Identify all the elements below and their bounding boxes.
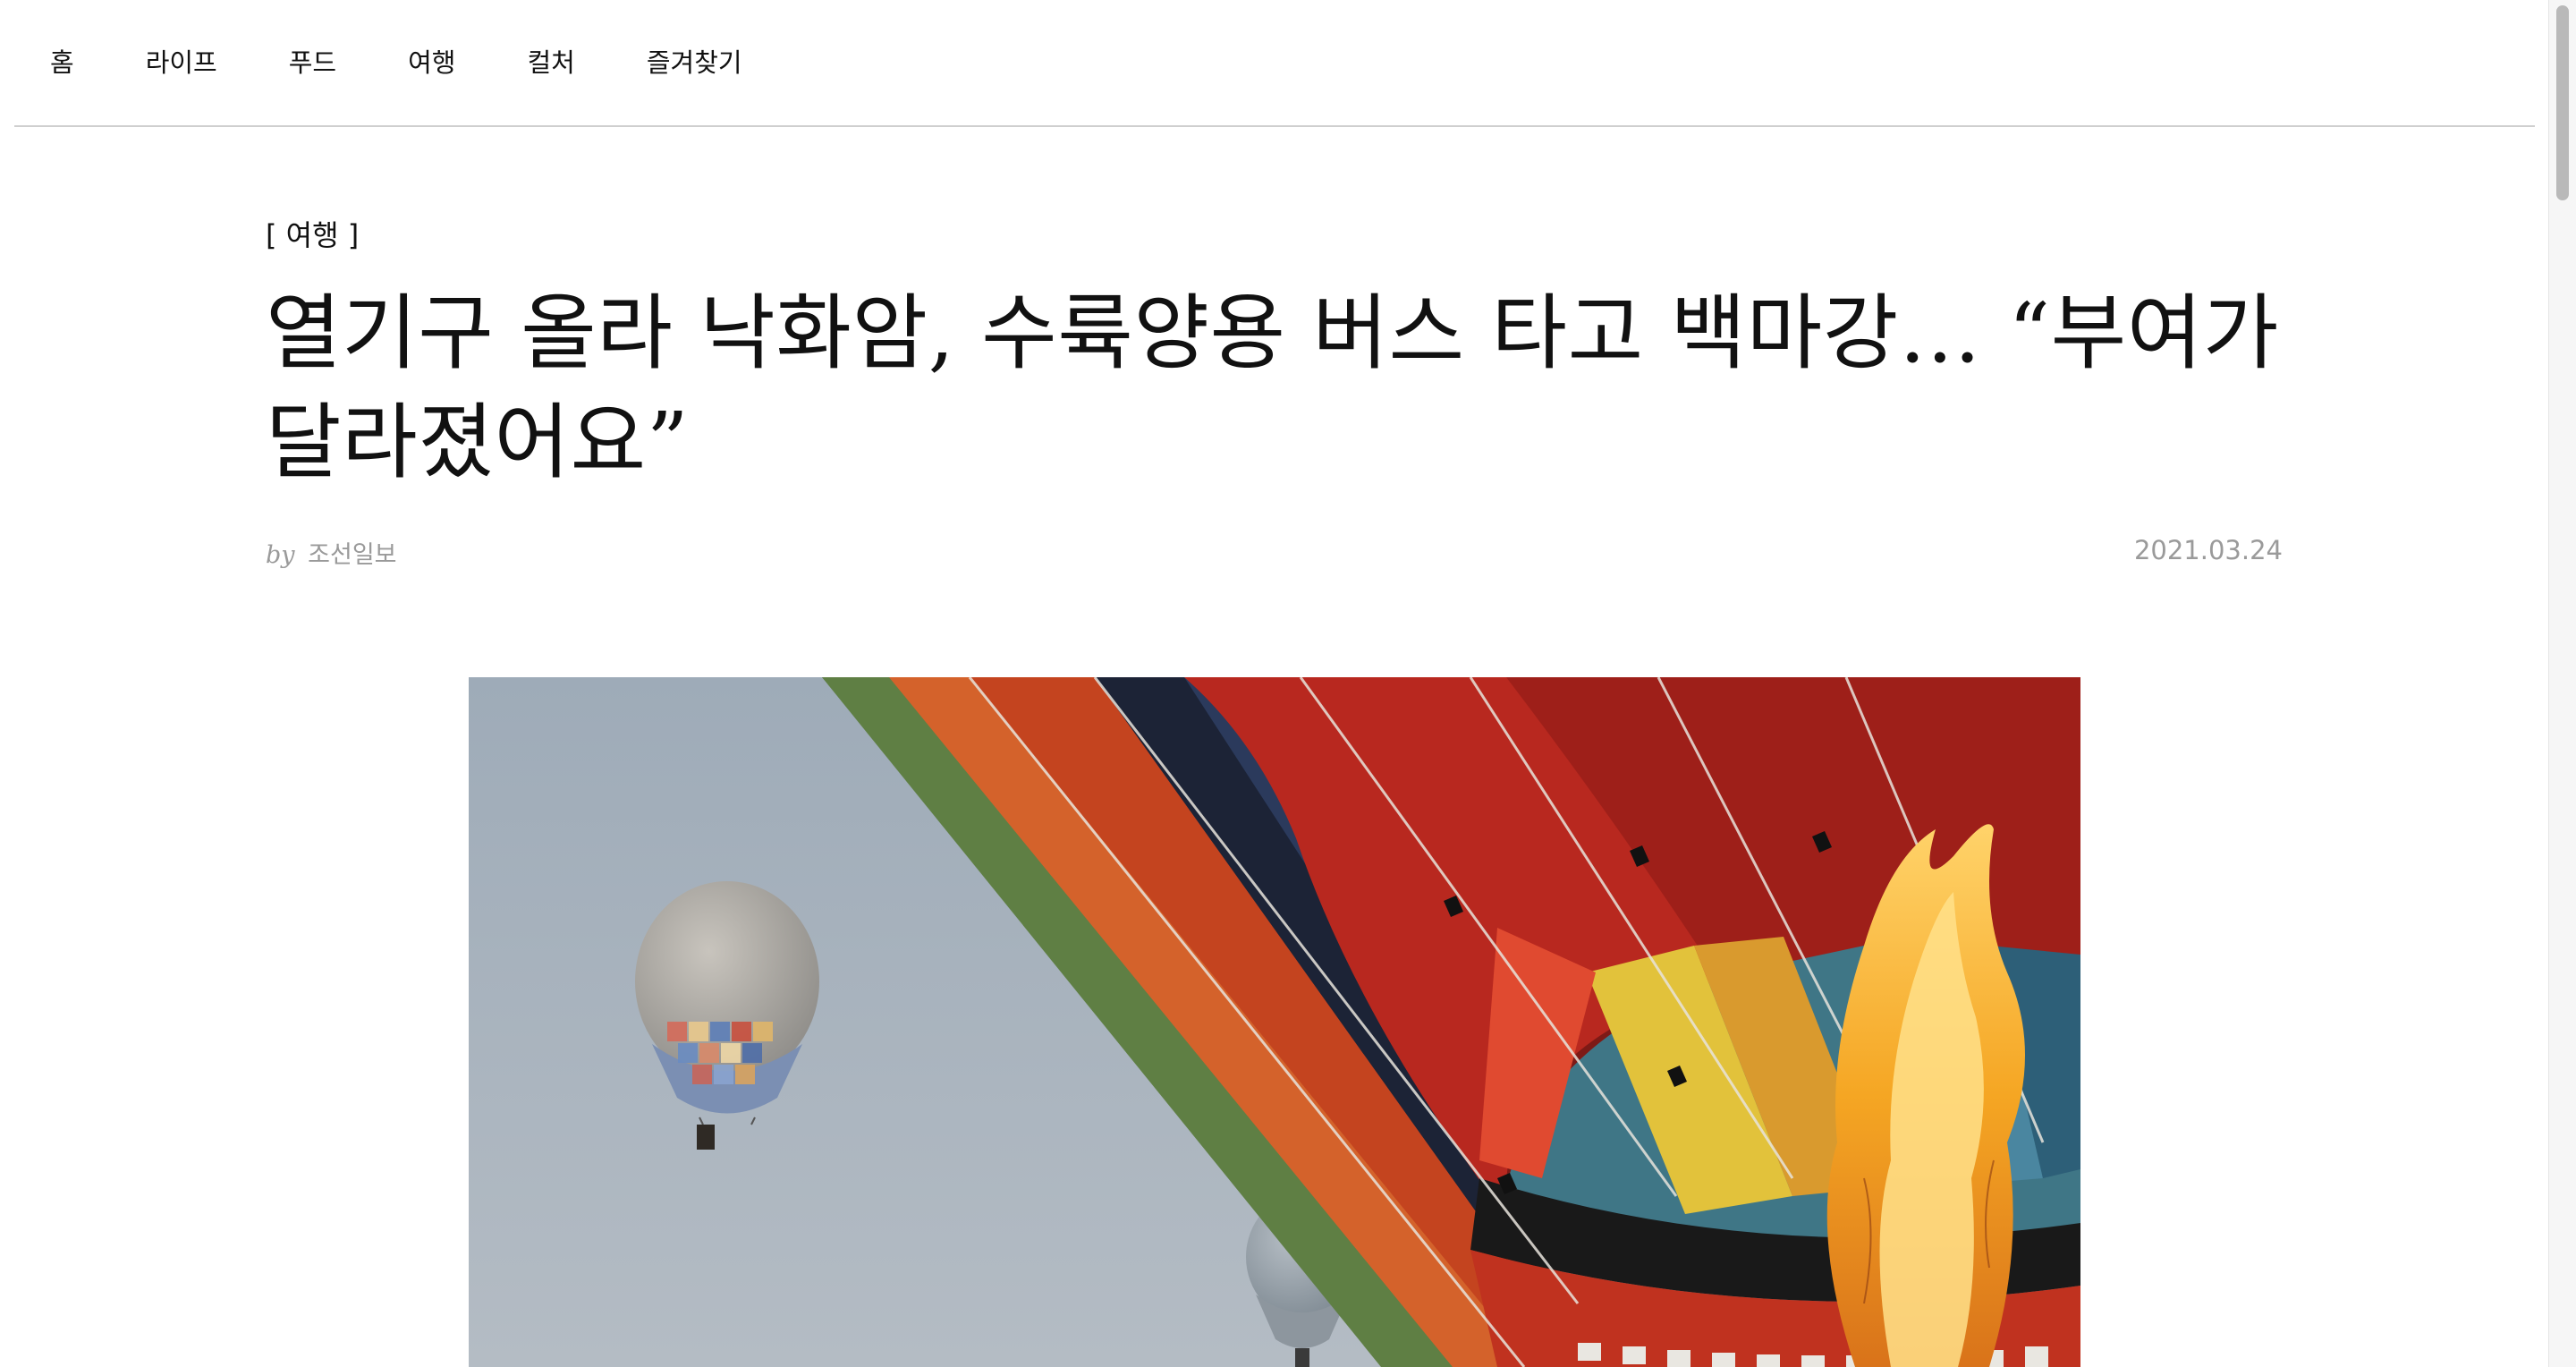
- hero-image-hot-air-balloons: [469, 677, 2080, 1367]
- nav-item-life[interactable]: 라이프: [146, 49, 217, 76]
- article-page: 홈 라이프 푸드 여행 컬처 즐겨찾기 [ 여행 ] 열기구 올라 낙화암, 수…: [0, 0, 2576, 1367]
- balloon-photo: [469, 677, 2080, 1367]
- nav-item-bookmarks[interactable]: 즐겨찾기: [647, 49, 742, 76]
- nav-item-travel[interactable]: 여행: [408, 49, 455, 76]
- vertical-scrollbar[interactable]: [2548, 0, 2576, 1367]
- byline-prefix: by: [266, 541, 295, 569]
- scrollbar-thumb[interactable]: [2556, 5, 2569, 200]
- article-title: 열기구 올라 낙화암, 수륙양용 버스 타고 백마강… “부여가 달라졌어요”: [266, 285, 2280, 490]
- article-date: 2021.03.24: [2133, 535, 2283, 565]
- article-category: [ 여행 ]: [266, 218, 360, 252]
- nav-item-culture[interactable]: 컬처: [527, 49, 574, 76]
- article-byline: by 조선일보: [266, 535, 397, 570]
- article-author: 조선일보: [308, 541, 397, 569]
- top-navigation: 홈 라이프 푸드 여행 컬처 즐겨찾기: [14, 0, 2535, 127]
- nav-item-food[interactable]: 푸드: [289, 49, 336, 76]
- nav-item-home[interactable]: 홈: [50, 49, 74, 76]
